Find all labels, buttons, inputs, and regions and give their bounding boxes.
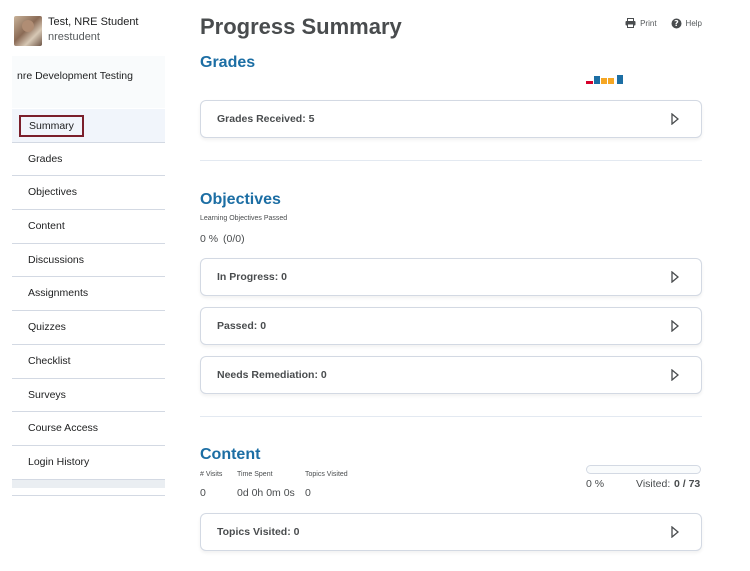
caret-right-icon [671,271,679,283]
sidebar-item-objectives[interactable]: Objectives [12,176,165,211]
sidebar-item-course-access[interactable]: Course Access [12,412,165,446]
avatar[interactable] [14,16,42,46]
sidebar-item-label: Assignments [28,287,89,300]
user-login: nrestudent [48,31,100,43]
sidebar-item-checklist[interactable]: Checklist [12,345,165,379]
org-panel: nre Development Testing [12,56,165,108]
user-name: Test, NRE Student [48,16,139,28]
print-label: Print [640,18,657,28]
question-circle-icon: ? [671,18,682,29]
sidebar-item-quizzes[interactable]: Quizzes [12,311,165,345]
section-divider [200,416,702,417]
sidebar: Test, NRE Student nrestudent nre Develop… [12,0,165,500]
sidebar-item-label: Content [28,220,65,233]
grades-mini-chart [586,75,623,84]
sidebar-nav: Summary Grades Objectives Content Discus… [12,109,165,480]
topics-visited-accordion[interactable]: Topics Visited: 0 [200,513,702,551]
sidebar-item-label: Login History [28,455,90,468]
print-button[interactable]: Print [625,18,657,28]
sidebar-item-content[interactable]: Content [12,210,165,244]
printer-icon [625,18,636,28]
time-spent-value: 0d 0h 0m 0s [237,487,295,499]
sidebar-item-label: Summary [19,115,84,137]
mini-chart-bar [608,78,614,84]
sidebar-item-grades[interactable]: Grades [12,143,165,177]
sidebar-item-label: Checklist [28,354,71,367]
main-content: Progress Summary Print ? Help Grades Gra… [200,0,702,571]
section-divider [200,160,702,161]
sidebar-item-label: Objectives [28,186,78,199]
sidebar-footer-divider [12,495,165,496]
in-progress-accordion[interactable]: In Progress: 0 [200,258,702,296]
visits-label: # Visits [200,471,223,478]
grades-received-label: Grades Received: 5 [217,113,315,125]
topics-visited-row-label: Topics Visited: 0 [217,526,300,538]
toolbar: Print ? Help [625,16,702,30]
mini-chart-bar [586,81,593,84]
topics-visited-value: 0 [305,487,311,499]
objectives-percent: 0 % [200,233,219,245]
caret-right-icon [671,526,679,538]
in-progress-label: In Progress: 0 [217,271,288,283]
sidebar-item-surveys[interactable]: Surveys [12,379,165,413]
help-button[interactable]: ? Help [671,18,702,29]
sidebar-item-label: Grades [28,152,63,165]
sidebar-item-discussions[interactable]: Discussions [12,244,165,278]
page-title: Progress Summary [200,14,402,39]
objectives-fraction: (0/0) [223,233,245,245]
sidebar-item-label: Discussions [28,253,85,266]
sidebar-item-login-history[interactable]: Login History [12,446,165,480]
objectives-passed-caption: Learning Objectives Passed [200,215,288,222]
sidebar-item-label: Quizzes [28,321,66,334]
content-progress-bar [586,465,701,474]
time-spent-label: Time Spent [237,471,273,478]
needs-remediation-accordion[interactable]: Needs Remediation: 0 [200,356,702,394]
topics-visited-label: Topics Visited [305,471,348,478]
sidebar-item-summary[interactable]: Summary [12,109,165,143]
grades-received-accordion[interactable]: Grades Received: 5 [200,100,702,138]
caret-right-icon [671,369,679,381]
svg-text:?: ? [674,19,679,28]
caret-right-icon [671,113,679,125]
visits-value: 0 [200,487,206,499]
help-label: Help [685,18,702,28]
passed-label: Passed: 0 [217,320,267,332]
sidebar-item-label: Surveys [28,388,66,401]
passed-accordion[interactable]: Passed: 0 [200,307,702,345]
needs-remediation-label: Needs Remediation: 0 [217,369,327,381]
content-progress-percent: 0 % [586,478,605,490]
mini-chart-bar [594,76,600,84]
sidebar-footer [12,480,165,488]
mini-chart-bar [601,78,607,84]
caret-right-icon [671,320,679,332]
sidebar-item-assignments[interactable]: Assignments [12,277,165,312]
content-visited-value: 0 / 73 [674,478,701,490]
user-profile[interactable]: Test, NRE Student nrestudent [12,14,165,48]
org-name: nre Development Testing [17,70,133,82]
grades-title: Grades [200,54,256,71]
mini-chart-bar [617,75,623,84]
sidebar-item-label: Course Access [28,422,99,435]
objectives-title: Objectives [200,191,281,208]
content-visited-label: Visited: [636,478,671,490]
content-title: Content [200,446,261,463]
